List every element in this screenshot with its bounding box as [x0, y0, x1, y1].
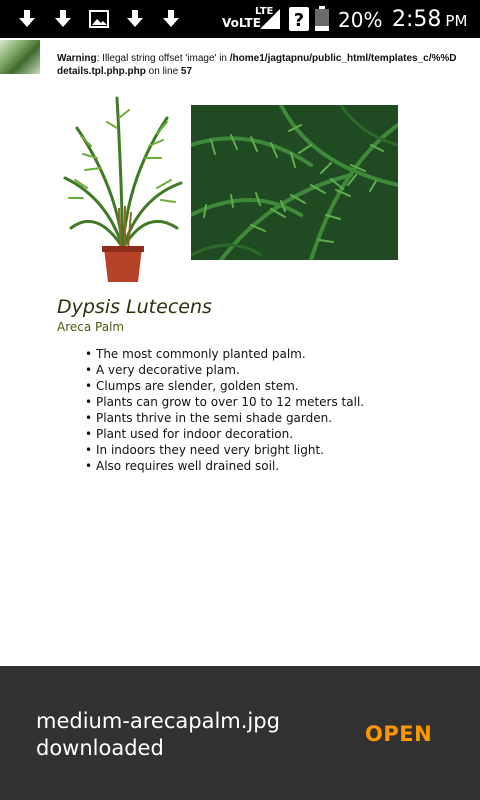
open-button[interactable]: OPEN	[365, 722, 432, 746]
plant-facts-list: The most commonly planted palm. A very d…	[85, 346, 364, 474]
volte-label: VoLTE	[222, 16, 261, 30]
snackbar-status: downloaded	[36, 736, 164, 760]
list-item: Plant used for indoor decoration.	[85, 426, 364, 442]
potted-palm-image[interactable]	[57, 88, 189, 284]
clock-ampm: PM	[445, 12, 468, 30]
warning-text: : Illegal string offset 'image' in	[96, 53, 230, 64]
list-item: The most commonly planted palm.	[85, 346, 364, 362]
list-item: In indoors they need very bright light.	[85, 442, 364, 458]
warning-prefix: Warning	[57, 53, 97, 64]
clock-time: 2:58	[392, 7, 442, 32]
warning-line-number: 57	[180, 66, 193, 77]
web-content: Warning: Illegal string offset 'image' i…	[0, 38, 480, 666]
list-item: Clumps are slender, golden stem.	[85, 378, 364, 394]
download-icon	[163, 10, 179, 27]
image-icon	[89, 10, 109, 28]
warning-path: /home1/jagtapnu/public_html/templates_c/…	[229, 53, 457, 64]
warning-file: details.tpl.php.php	[57, 66, 146, 77]
list-item: A very decorative plam.	[85, 362, 364, 378]
svg-text:?: ?	[294, 10, 304, 31]
plant-thumbnail[interactable]	[0, 40, 40, 74]
download-icon	[19, 10, 35, 27]
list-item: Plants thrive in the semi shade garden.	[85, 410, 364, 426]
list-item: Plants can grow to over 10 to 12 meters …	[85, 394, 364, 410]
php-warning: Warning: Illegal string offset 'image' i…	[57, 52, 480, 78]
battery-percent: 20%	[338, 8, 383, 32]
warning-line-text: on line	[145, 66, 181, 77]
palm-leaves-image[interactable]	[191, 105, 398, 260]
snackbar-filename: medium-arecapalm.jpg	[36, 709, 280, 733]
battery-icon	[315, 6, 329, 31]
common-name: Areca Palm	[57, 320, 125, 334]
download-snackbar: medium-arecapalm.jpg downloaded OPEN	[0, 666, 480, 800]
clock: 2:58 PM	[392, 7, 467, 32]
wifi-unknown-icon: ?	[289, 7, 309, 31]
signal-icon	[260, 9, 280, 29]
snackbar-message: medium-arecapalm.jpg downloaded	[36, 708, 336, 762]
scientific-name: Dypsis Lutecens	[57, 296, 212, 318]
download-icon	[55, 10, 71, 27]
list-item: Also requires well drained soil.	[85, 458, 364, 474]
status-bar: VoLTE LTE ? 20% 2:58 PM	[0, 0, 480, 38]
download-icon	[127, 10, 143, 27]
